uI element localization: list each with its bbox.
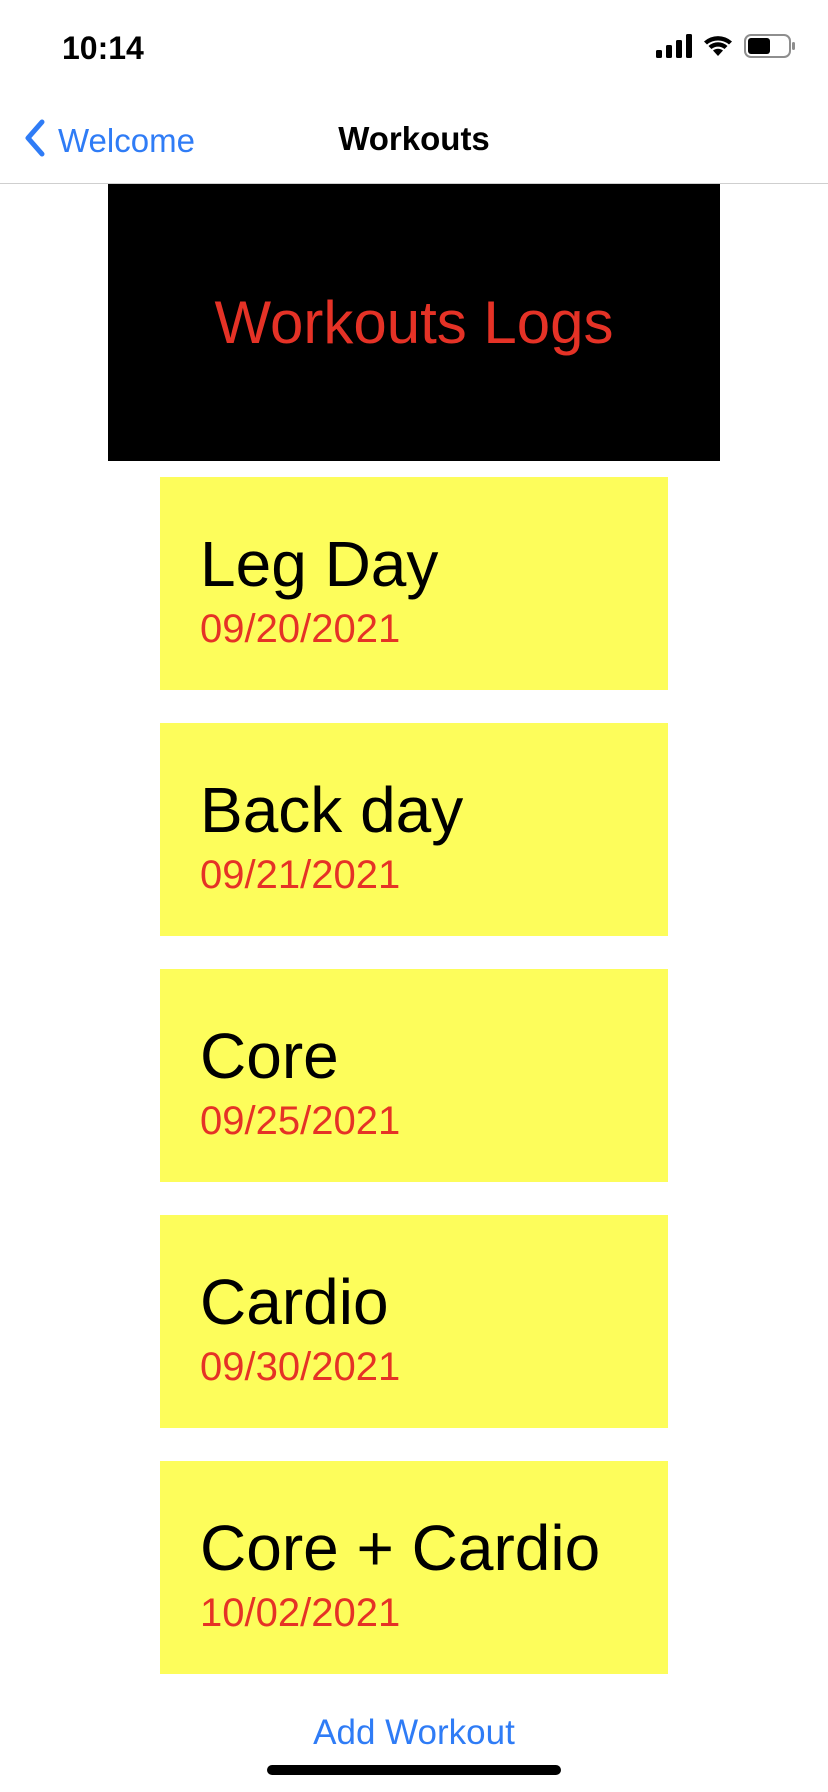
workout-card[interactable]: Cardio 09/30/2021 xyxy=(160,1215,668,1428)
banner-title: Workouts Logs xyxy=(214,289,614,356)
workout-name: Core xyxy=(200,1020,339,1092)
workout-date: 09/25/2021 xyxy=(200,1099,401,1143)
workout-name: Cardio xyxy=(200,1266,389,1338)
status-bar: 10:14 xyxy=(0,0,828,100)
navigation-bar: Welcome Workouts xyxy=(0,100,828,184)
workout-date: 09/21/2021 xyxy=(200,853,401,897)
signal-icon xyxy=(656,34,692,63)
workout-date: 10/02/2021 xyxy=(200,1591,401,1635)
workout-date: 09/20/2021 xyxy=(200,607,401,651)
battery-icon xyxy=(744,34,796,63)
header-banner: Workouts Logs xyxy=(108,184,720,461)
workout-list: Leg Day 09/20/2021 Back day 09/21/2021 C… xyxy=(160,477,668,1707)
wifi-icon xyxy=(702,34,734,63)
workout-name: Core + Cardio xyxy=(200,1512,601,1584)
workout-card[interactable]: Core + Cardio 10/02/2021 xyxy=(160,1461,668,1674)
workouts-screen: 10:14 Welcome Workouts Workouts Logs Leg… xyxy=(0,0,828,1792)
workout-card[interactable]: Core 09/25/2021 xyxy=(160,969,668,1182)
page-title: Workouts xyxy=(338,120,490,157)
workout-date: 09/30/2021 xyxy=(200,1345,401,1389)
workout-card[interactable]: Leg Day 09/20/2021 xyxy=(160,477,668,690)
home-indicator[interactable] xyxy=(267,1765,561,1775)
add-workout-button[interactable]: Add Workout xyxy=(0,1713,828,1753)
workout-name: Back day xyxy=(200,774,464,846)
workout-name: Leg Day xyxy=(200,528,439,600)
workout-card[interactable]: Back day 09/21/2021 xyxy=(160,723,668,936)
status-icons xyxy=(656,34,796,63)
status-time: 10:14 xyxy=(62,30,144,66)
